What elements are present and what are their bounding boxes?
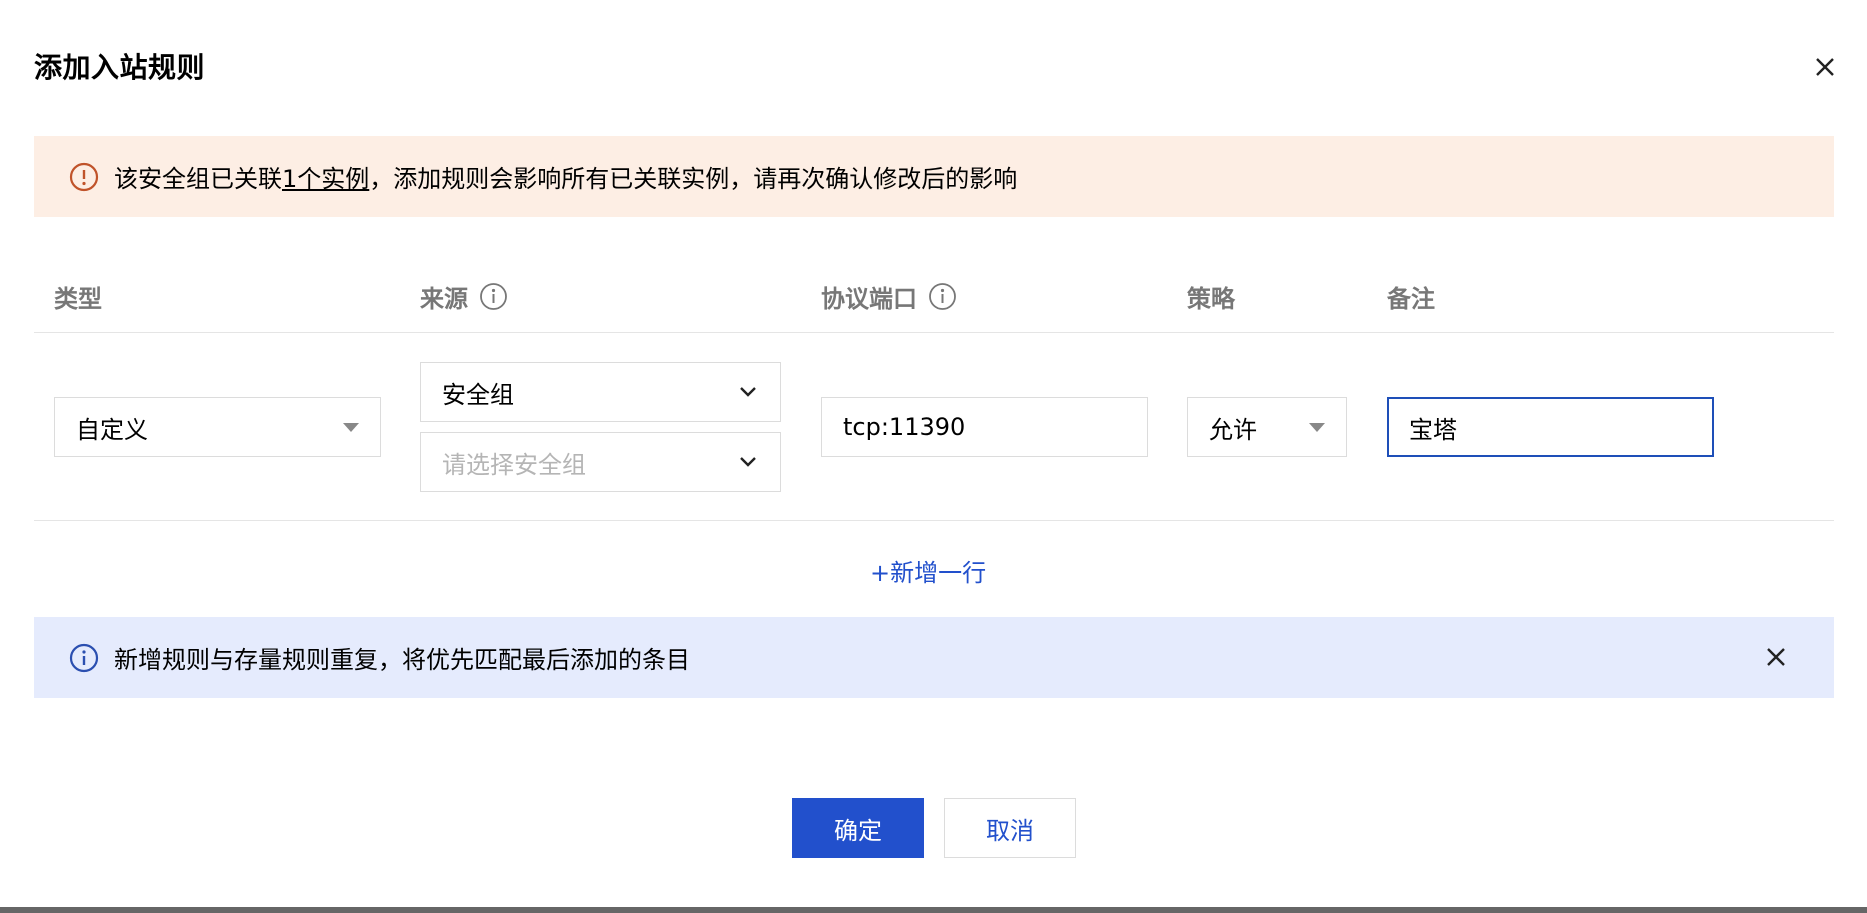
policy-select-value: 允许: [1209, 415, 1257, 444]
linked-instances-link[interactable]: 1个实例: [282, 165, 369, 193]
dialog-title: 添加入站规则: [34, 51, 206, 84]
cancel-button[interactable]: 取消: [944, 798, 1076, 858]
policy-select[interactable]: 允许: [1187, 397, 1347, 457]
column-header-source: 来源: [420, 279, 508, 314]
bottom-edge: [0, 907, 1867, 913]
column-header-source-label: 来源: [420, 285, 468, 313]
confirm-button[interactable]: 确定: [792, 798, 924, 858]
caret-down-icon: [1309, 422, 1325, 432]
type-select[interactable]: 自定义: [54, 397, 381, 457]
column-header-remark-label: 备注: [1387, 285, 1435, 313]
info-text: 新增规则与存量规则重复，将优先匹配最后添加的条目: [114, 646, 690, 674]
warning-text-after: ，添加规则会影响所有已关联实例，请再次确认修改后的影响: [369, 165, 1018, 193]
security-group-placeholder: 请选择安全组: [442, 450, 586, 479]
source-type-value: 安全组: [442, 380, 514, 409]
protocol-port-info-icon[interactable]: [928, 282, 957, 311]
type-select-value: 自定义: [76, 415, 148, 444]
close-icon[interactable]: [1813, 55, 1837, 79]
warning-alert: 该安全组已关联1个实例，添加规则会影响所有已关联实例，请再次确认修改后的影响: [34, 136, 1834, 217]
add-inbound-rule-dialog: 添加入站规则 该安全组已关联1个实例，添加规则会影响所有已关联实例，请再次确认修…: [0, 0, 1867, 913]
source-type-select[interactable]: 安全组: [420, 362, 781, 422]
warning-text: 该安全组已关联1个实例，添加规则会影响所有已关联实例，请再次确认修改后的影响: [114, 159, 1017, 194]
column-header-protocol-port-label: 协议端口: [821, 285, 917, 313]
column-header-remark: 备注: [1387, 279, 1435, 314]
security-group-select[interactable]: 请选择安全组: [420, 432, 781, 492]
chevron-down-icon: [740, 387, 756, 397]
column-header-type: 类型: [54, 279, 102, 314]
row-divider: [34, 520, 1834, 521]
info-alert: 新增规则与存量规则重复，将优先匹配最后添加的条目: [34, 617, 1834, 698]
chevron-down-icon: [740, 457, 756, 467]
column-header-policy: 策略: [1187, 279, 1235, 314]
info-circle-icon: [69, 643, 99, 672]
warning-text-before: 该安全组已关联: [114, 165, 282, 193]
remark-input[interactable]: [1387, 397, 1714, 457]
close-icon[interactable]: [1765, 646, 1787, 668]
protocol-port-input[interactable]: [821, 397, 1148, 457]
source-info-icon[interactable]: [479, 282, 508, 311]
column-header-type-label: 类型: [54, 285, 102, 313]
add-row-button[interactable]: +新增一行: [870, 553, 986, 588]
caret-down-icon: [343, 422, 359, 432]
exclamation-circle-icon: [69, 162, 99, 191]
column-header-protocol-port: 协议端口: [821, 279, 957, 314]
column-header-policy-label: 策略: [1187, 285, 1235, 313]
header-divider: [34, 332, 1834, 333]
